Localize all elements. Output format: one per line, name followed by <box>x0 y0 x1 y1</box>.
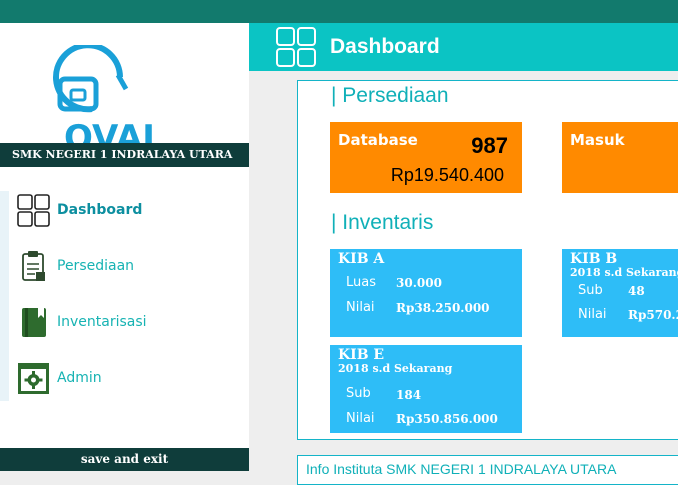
sidebar-item-dashboard[interactable]: Dashboard <box>17 190 237 230</box>
info-bar: Info Instituta SMK NEGERI 1 INDRALAYA UT… <box>297 455 678 485</box>
nav-indicator-strip <box>0 191 9 401</box>
card-title: KIB A <box>338 251 385 267</box>
card-title: Masuk <box>570 131 625 149</box>
sub-value: 184 <box>396 388 422 402</box>
card-title: KIB E <box>338 347 385 363</box>
dashboard-grid-icon <box>17 193 50 227</box>
nilai-value: Rp350.856.000 <box>396 412 498 426</box>
page-header: Dashboard <box>249 23 678 71</box>
sub-label: Sub <box>578 283 603 298</box>
card-title: Database <box>338 131 418 149</box>
sidebar-item-label: Inventarisasi <box>57 314 147 330</box>
inventaris-section-title: | Inventaris <box>331 211 434 234</box>
persediaan-section-title: | Persediaan <box>331 84 449 107</box>
page-title: Dashboard <box>330 35 440 58</box>
masuk-card[interactable]: Masuk <box>562 122 678 193</box>
database-value: Rp19.540.400 <box>390 165 504 185</box>
nilai-label: Nilai <box>578 307 607 322</box>
nilai-value: Rp38.250.000 <box>396 301 490 315</box>
kib-b-card[interactable]: KIB B 2018 s.d Sekarang Sub 48 Nilai Rp5… <box>562 249 678 337</box>
nilai-label: Nilai <box>346 300 375 315</box>
luas-label: Luas <box>346 275 376 290</box>
book-icon <box>17 306 50 339</box>
card-title: KIB B <box>570 251 618 267</box>
sidebar: OVAL SMK NEGERI 1 INDRALAYA UTARA Dashbo… <box>0 23 249 471</box>
kib-e-card[interactable]: KIB E 2018 s.d Sekarang Sub 184 Nilai Rp… <box>330 345 522 433</box>
school-name: SMK NEGERI 1 INDRALAYA UTARA <box>0 143 249 167</box>
sidebar-item-persediaan[interactable]: Persediaan <box>17 246 237 286</box>
card-subtitle: 2018 s.d Sekarang <box>570 266 678 279</box>
clipboard-icon <box>17 250 50 283</box>
card-subtitle: 2018 s.d Sekarang <box>338 362 453 375</box>
sidebar-item-label: Dashboard <box>57 202 143 218</box>
nilai-value: Rp570.2 <box>628 308 678 322</box>
top-bar <box>0 0 678 23</box>
kib-a-card[interactable]: KIB A Luas 30.000 Nilai Rp38.250.000 <box>330 249 522 337</box>
gear-window-icon <box>17 362 50 395</box>
sub-value: 48 <box>628 284 645 298</box>
save-and-exit-button[interactable]: save and exit <box>0 448 249 471</box>
luas-value: 30.000 <box>396 276 442 290</box>
database-count: 987 <box>471 133 508 158</box>
dashboard-grid-icon <box>276 27 316 67</box>
database-card[interactable]: Database 987 Rp19.540.400 <box>330 122 522 193</box>
dashboard-panel: | Persediaan Database 987 Rp19.540.400 M… <box>297 80 678 440</box>
sidebar-item-label: Persediaan <box>57 258 135 274</box>
sidebar-item-admin[interactable]: Admin <box>17 358 237 398</box>
sidebar-item-label: Admin <box>57 370 102 386</box>
nilai-label: Nilai <box>346 411 375 426</box>
oval-logo: OVAL <box>46 42 186 158</box>
sub-label: Sub <box>346 386 371 401</box>
sidebar-item-inventarisasi[interactable]: Inventarisasi <box>17 302 237 342</box>
